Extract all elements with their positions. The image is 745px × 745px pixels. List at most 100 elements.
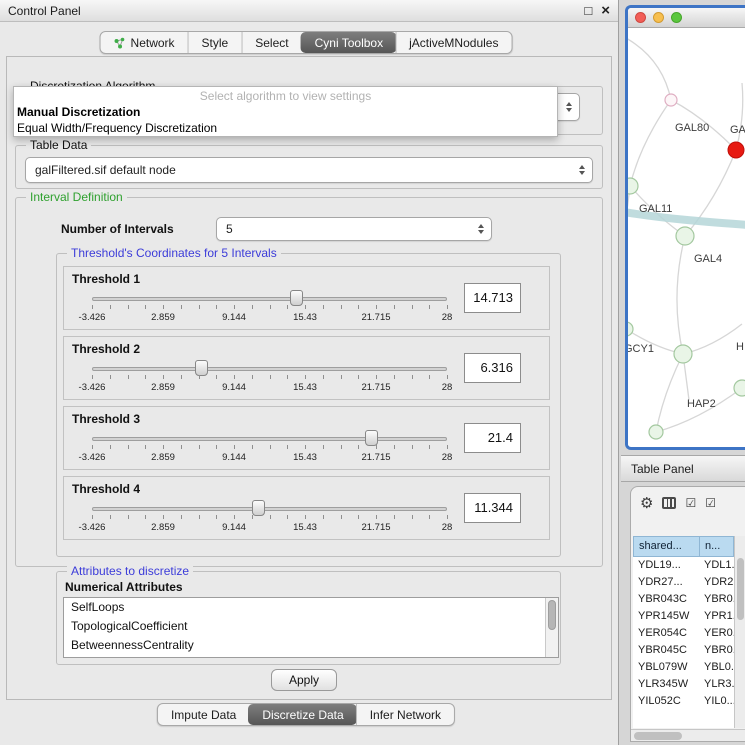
network-node[interactable]	[649, 425, 663, 439]
network-edge	[630, 100, 671, 186]
threshold-panel: Threshold 4-3.4262.8599.14415.4321.71528…	[63, 476, 550, 540]
table-header-row: shared... n...	[633, 536, 734, 557]
network-icon	[114, 37, 126, 49]
cell-name[interactable]: YDL1...	[699, 557, 734, 574]
cell-shared-name[interactable]: YDR27...	[633, 574, 699, 591]
slider-track[interactable]	[92, 297, 447, 301]
threshold-value-field[interactable]: 14.713	[464, 283, 521, 313]
slider-thumb[interactable]	[290, 290, 303, 306]
list-scrollbar[interactable]	[545, 598, 558, 657]
tab-label: Select	[255, 36, 288, 50]
numerical-attributes-list[interactable]: SelfLoopsTopologicalCoefficientBetweenne…	[63, 597, 559, 658]
table-row[interactable]: YDL19...YDL1...	[633, 557, 734, 574]
tab-select[interactable]: Select	[241, 32, 301, 53]
cell-shared-name[interactable]: YPR145W	[633, 608, 699, 625]
network-node[interactable]	[674, 345, 692, 363]
table-row[interactable]: YBR045CYBR0...	[633, 642, 734, 659]
network-node[interactable]	[728, 142, 744, 158]
slider-track[interactable]	[92, 507, 447, 511]
network-node[interactable]	[628, 322, 633, 336]
network-node[interactable]	[628, 178, 638, 194]
combo-arrows-icon	[478, 224, 484, 234]
minimize-icon[interactable]	[653, 12, 664, 23]
dropdown-option-equal-width[interactable]: Equal Width/Frequency Discretization	[14, 120, 557, 136]
network-graph[interactable]: GAL80GAGAL11GAL4GCY1HHAP2	[628, 28, 745, 446]
cell-name[interactable]: YER0...	[699, 625, 734, 642]
close-icon[interactable]	[635, 12, 646, 23]
list-item[interactable]: SelfLoops	[64, 598, 558, 617]
network-node[interactable]	[734, 380, 745, 396]
threshold-value-field[interactable]: 6.316	[464, 353, 521, 383]
slider-thumb[interactable]	[365, 430, 378, 446]
slider-track[interactable]	[92, 367, 447, 371]
cell-name[interactable]: YBL0...	[699, 659, 734, 676]
list-item[interactable]: BetweennessCentrality	[64, 636, 558, 655]
tab-jactivemnodules[interactable]: jActiveMNodules	[395, 32, 511, 53]
cell-name[interactable]: YBR0...	[699, 642, 734, 659]
tab-infer-network[interactable]: Infer Network	[356, 704, 454, 725]
cell-shared-name[interactable]: YDL19...	[633, 557, 699, 574]
show-columns-checkbox-icon[interactable]: ☑	[685, 496, 696, 510]
tab-network[interactable]: Network	[101, 32, 188, 53]
cell-shared-name[interactable]: YBL079W	[633, 659, 699, 676]
horizontal-scrollbar[interactable]	[631, 729, 745, 741]
cell-name[interactable]: YLR3...	[699, 676, 734, 693]
threshold-slider[interactable]: -3.4262.8599.14415.4321.71528	[92, 359, 447, 399]
cell-shared-name[interactable]: YBR043C	[633, 591, 699, 608]
network-window-titlebar[interactable]	[628, 8, 745, 28]
threshold-slider[interactable]: -3.4262.8599.14415.4321.71528	[92, 429, 447, 469]
table-row[interactable]: YIL052CYIL0...	[633, 693, 734, 710]
threshold-slider[interactable]: -3.4262.8599.14415.4321.71528	[92, 499, 447, 539]
columns-icon[interactable]	[662, 497, 676, 509]
select-rows-checkbox-icon[interactable]: ☑	[705, 496, 716, 510]
table-row[interactable]: YER054CYER0...	[633, 625, 734, 642]
zoom-icon[interactable]	[671, 12, 682, 23]
node-label: GAL4	[694, 253, 722, 265]
cell-shared-name[interactable]: YBR045C	[633, 642, 699, 659]
threshold-slider[interactable]: -3.4262.8599.14415.4321.71528	[92, 289, 447, 329]
cell-shared-name[interactable]: YER054C	[633, 625, 699, 642]
group-title: Table Data	[26, 138, 91, 152]
cell-shared-name[interactable]: YLR345W	[633, 676, 699, 693]
vertical-scrollbar[interactable]	[734, 536, 745, 728]
dropdown-option-manual[interactable]: Manual Discretization	[14, 104, 557, 120]
node-label: GA	[730, 124, 745, 136]
table-row[interactable]: YBR043CYBR0...	[633, 591, 734, 608]
network-node[interactable]	[665, 94, 677, 106]
table-row[interactable]: YBL079WYBL0...	[633, 659, 734, 676]
tab-impute-data[interactable]: Impute Data	[158, 704, 249, 725]
slider-track[interactable]	[92, 437, 447, 441]
cell-name[interactable]: YPR1...	[699, 608, 734, 625]
table-body: YDL19...YDL1...YDR27...YDR2...YBR043CYBR…	[633, 557, 734, 728]
scrollbar-thumb[interactable]	[548, 600, 556, 630]
gear-icon[interactable]: ⚙	[640, 496, 653, 511]
table-row[interactable]: YPR145WYPR1...	[633, 608, 734, 625]
threshold-value-field[interactable]: 11.344	[464, 493, 521, 523]
list-item[interactable]: TopologicalCoefficient	[64, 617, 558, 636]
threshold-value-field[interactable]: 21.4	[464, 423, 521, 453]
column-header-name[interactable]: n...	[699, 536, 734, 557]
tab-label: Discretize Data	[262, 708, 343, 722]
apply-button[interactable]: Apply	[271, 669, 337, 691]
cell-shared-name[interactable]: YIL052C	[633, 693, 699, 710]
tab-style[interactable]: Style	[188, 32, 242, 53]
network-edge	[736, 83, 743, 150]
cell-name[interactable]: YIL0...	[699, 693, 734, 710]
slider-thumb[interactable]	[195, 360, 208, 376]
scrollbar-thumb[interactable]	[737, 558, 744, 620]
table-row[interactable]: YDR27...YDR2...	[633, 574, 734, 591]
column-header-shared-name[interactable]: shared...	[633, 536, 699, 557]
num-intervals-combobox[interactable]: 5	[216, 217, 492, 241]
network-node[interactable]	[676, 227, 694, 245]
cell-name[interactable]: YDR2...	[699, 574, 734, 591]
cell-name[interactable]: YBR0...	[699, 591, 734, 608]
table-data-combobox[interactable]: galFiltered.sif default node	[25, 157, 593, 183]
close-icon[interactable]: ×	[601, 4, 610, 18]
table-row[interactable]: YLR345WYLR3...	[633, 676, 734, 693]
tab-cyni-toolbox[interactable]: Cyni Toolbox	[301, 32, 396, 53]
float-window-icon[interactable]: □	[584, 4, 592, 18]
scrollbar-thumb[interactable]	[634, 732, 682, 740]
network-canvas[interactable]: GAL80GAGAL11GAL4GCY1HHAP2	[628, 28, 745, 446]
slider-thumb[interactable]	[252, 500, 265, 516]
tab-discretize-data[interactable]: Discretize Data	[248, 704, 356, 725]
